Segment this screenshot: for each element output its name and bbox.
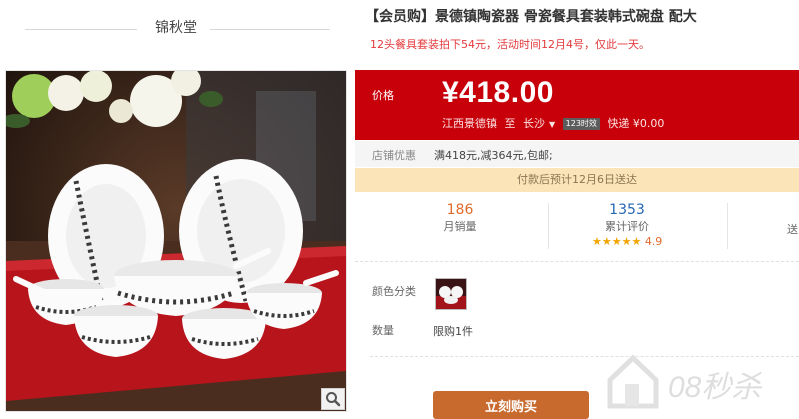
shop-header: 锦秋堂 <box>0 0 355 62</box>
time-badge: 123时效 <box>562 118 600 130</box>
monthly-sales-label: 月销量 <box>443 220 477 233</box>
divider-right <box>210 29 330 30</box>
ship-origin: 江西景德镇 <box>442 117 497 130</box>
rating-stars: ★★★★★ 4.9 <box>592 235 662 249</box>
color-label: 颜色分类 <box>372 285 416 298</box>
watermark-text: 08秒杀 <box>668 371 762 404</box>
tableware-thumbnail <box>436 279 466 309</box>
delivery-estimate: 付款后预计12月6日送达 <box>355 168 799 192</box>
price-label: 价格 <box>372 89 394 102</box>
watermark: 08秒杀 <box>598 330 798 414</box>
monthly-sales-value: 186 <box>446 202 474 218</box>
house-logo-icon <box>607 354 659 409</box>
shipping-fee: 快递 ¥0.00 <box>607 117 665 130</box>
color-option-thumbnail[interactable] <box>435 278 467 310</box>
rating-score: 4.9 <box>644 235 663 248</box>
review-count-value: 1353 <box>609 202 645 218</box>
divider <box>370 356 799 357</box>
quantity-label: 数量 <box>372 324 394 337</box>
ship-destination[interactable]: 长沙 <box>523 117 545 130</box>
review-count-label: 累计评价 <box>605 220 649 233</box>
review-count[interactable]: 1353 累计评价 ★★★★★ 4.9 <box>592 201 662 249</box>
zoom-icon[interactable] <box>321 388 345 410</box>
product-image[interactable] <box>5 70 347 412</box>
stats-bar: 186 月销量 1353 累计评价 ★★★★★ 4.9 送 <box>355 193 799 262</box>
chevron-down-icon[interactable]: ▼ <box>549 120 555 129</box>
quantity-limit: 限购1件 <box>433 325 473 338</box>
promo-value: 满418元,减364元,包邮; <box>434 149 553 162</box>
ship-to: 至 <box>504 117 516 130</box>
product-title: 【会员购】景德镇陶瓷器 骨瓷餐具套装韩式碗盘 配大 <box>365 9 697 25</box>
price-panel: 价格 ¥418.00 江西景德镇 至 长沙 ▼ 123时效 快递 ¥0.00 <box>355 70 799 140</box>
shipping-row: 江西景德镇 至 长沙 ▼ 123时效 快递 ¥0.00 <box>442 115 668 131</box>
price-value: ¥418.00 <box>442 76 554 109</box>
divider-left <box>25 29 137 30</box>
buy-now-button[interactable]: 立刻购买 <box>433 391 589 419</box>
shop-name[interactable]: 锦秋堂 <box>150 17 202 37</box>
promo-label: 店铺优惠 <box>372 149 416 162</box>
star-icons: ★★★★★ <box>592 235 642 248</box>
shop-promo-row: 店铺优惠 满418元,减364元,包邮; <box>355 141 799 167</box>
stats-more-label: 送 <box>787 223 798 236</box>
product-subtitle: 12头餐具套装拍下54元，活动时间12月4号，仅此一天。 <box>370 38 650 51</box>
stats-divider <box>727 203 728 249</box>
tableware-photo <box>6 71 346 411</box>
stats-divider <box>548 203 549 249</box>
monthly-sales: 186 月销量 <box>430 201 490 235</box>
